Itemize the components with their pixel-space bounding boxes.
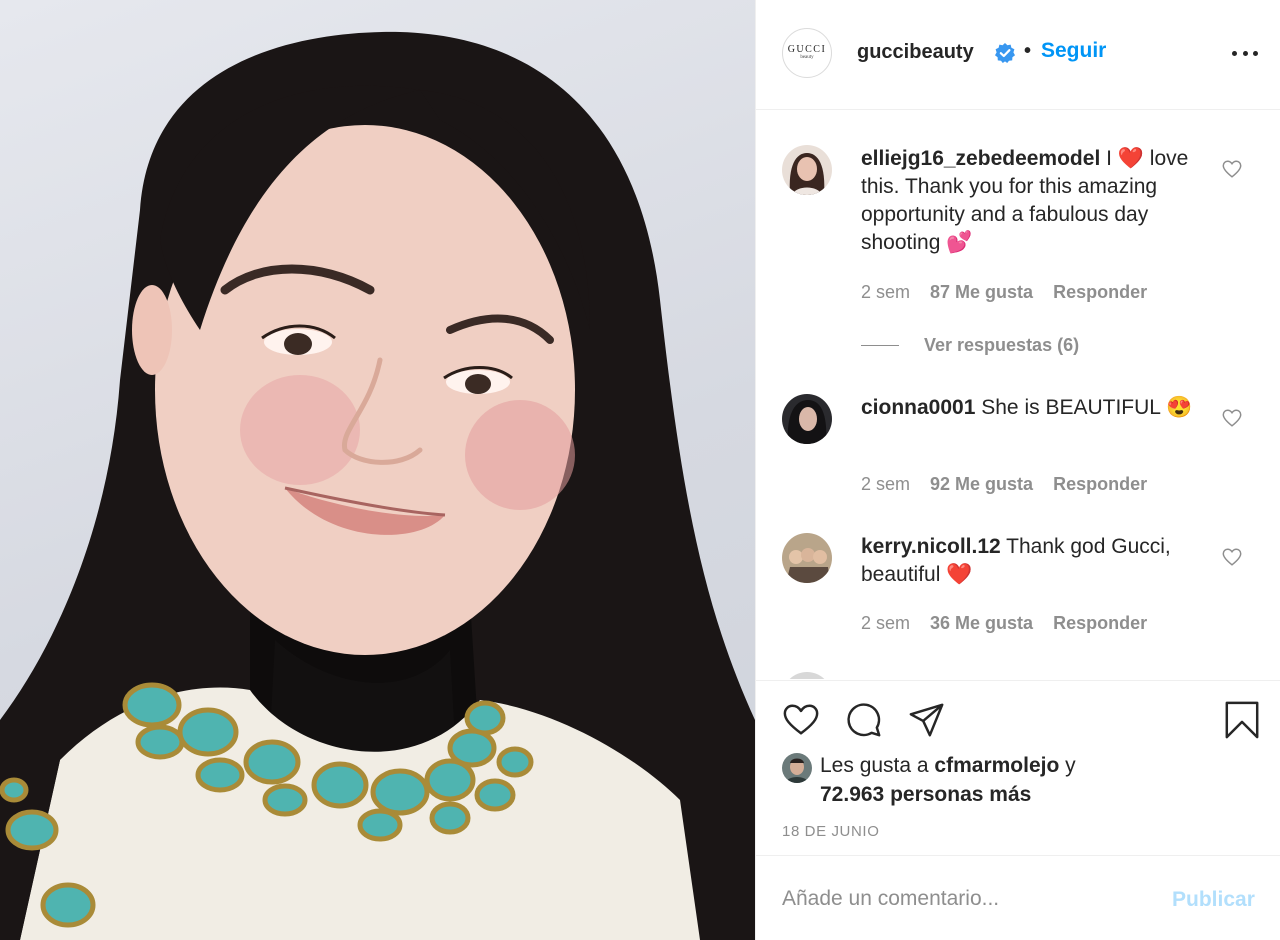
comment-input[interactable] bbox=[782, 881, 1142, 917]
bookmark-icon[interactable] bbox=[1223, 701, 1261, 739]
comments-list[interactable]: elliejg16_zebedeemodel I ❤️ love this. T… bbox=[756, 111, 1280, 679]
view-replies-button[interactable]: Ver respuestas (6) bbox=[861, 335, 1079, 356]
post-date[interactable]: 18 DE JUNIO bbox=[782, 823, 879, 840]
comment-time[interactable]: 2 sem bbox=[861, 282, 910, 303]
likes-prefix: Les gusta a bbox=[820, 754, 935, 777]
comment-username[interactable]: cionna0001 bbox=[861, 396, 975, 419]
comment-username[interactable]: elliejg16_zebedeemodel bbox=[861, 147, 1100, 170]
comment-body: elliejg16_zebedeemodel I ❤️ love this. T… bbox=[861, 145, 1206, 257]
avatar-photo bbox=[782, 394, 832, 444]
avatar-photo bbox=[782, 533, 832, 583]
likes-connector: y bbox=[1059, 754, 1076, 777]
publish-button[interactable]: Publicar bbox=[1172, 888, 1255, 912]
post-sidebar: GUCCI beauty guccibeauty • Seguir elliej… bbox=[755, 0, 1280, 940]
comment-like-heart-icon[interactable] bbox=[1221, 546, 1243, 568]
header-separator: • bbox=[1024, 40, 1032, 62]
author-avatar[interactable]: GUCCI beauty bbox=[782, 28, 832, 78]
commenter-avatar-partial[interactable] bbox=[782, 672, 832, 679]
view-replies-label: Ver respuestas (6) bbox=[924, 335, 1080, 355]
comment-time[interactable]: 2 sem bbox=[861, 613, 910, 634]
reply-button[interactable]: Responder bbox=[1053, 282, 1147, 303]
avatar-subtext: beauty bbox=[800, 55, 814, 60]
more-options-icon[interactable] bbox=[1232, 46, 1258, 60]
avatar-wordmark: GUCCI bbox=[787, 44, 827, 55]
likes-text: Les gusta a cfmarmolejo y 72.963 persona… bbox=[820, 751, 1240, 809]
comment-username[interactable]: kerry.nicoll.12 bbox=[861, 535, 1001, 558]
follow-button[interactable]: Seguir bbox=[1041, 39, 1106, 63]
liker-avatar[interactable] bbox=[782, 753, 812, 783]
post-header: GUCCI beauty guccibeauty • Seguir bbox=[756, 0, 1280, 110]
comment-body: cionna0001 She is BEAUTIFUL 😍 bbox=[861, 394, 1206, 422]
author-username[interactable]: guccibeauty bbox=[857, 41, 974, 64]
portrait-illustration bbox=[0, 31, 755, 940]
comment-like-heart-icon[interactable] bbox=[1221, 407, 1243, 429]
post-actions: Les gusta a cfmarmolejo y 72.963 persona… bbox=[756, 680, 1280, 856]
comment-like-heart-icon[interactable] bbox=[1221, 158, 1243, 180]
share-icon[interactable] bbox=[908, 701, 946, 739]
commenter-avatar[interactable] bbox=[782, 533, 832, 583]
post-photo[interactable] bbox=[0, 0, 755, 940]
comment-meta: 2 sem 87 Me gusta Responder bbox=[861, 282, 1147, 303]
commenter-avatar[interactable] bbox=[782, 145, 832, 195]
commenter-avatar[interactable] bbox=[782, 394, 832, 444]
comment-body: kerry.nicoll.12 Thank god Gucci, beautif… bbox=[861, 533, 1206, 589]
reply-button[interactable]: Responder bbox=[1053, 474, 1147, 495]
replies-divider-line bbox=[861, 345, 899, 346]
liker-username[interactable]: cfmarmolejo bbox=[934, 754, 1059, 777]
comment-meta: 2 sem 36 Me gusta Responder bbox=[861, 613, 1147, 634]
heart-icon[interactable] bbox=[782, 701, 820, 739]
comment-likes[interactable]: 92 Me gusta bbox=[930, 474, 1033, 495]
comment-likes[interactable]: 36 Me gusta bbox=[930, 613, 1033, 634]
add-comment-bar: Publicar bbox=[756, 857, 1280, 940]
reply-button[interactable]: Responder bbox=[1053, 613, 1147, 634]
comment-meta: 2 sem 92 Me gusta Responder bbox=[861, 474, 1147, 495]
comment-likes[interactable]: 87 Me gusta bbox=[930, 282, 1033, 303]
likes-others-count[interactable]: 72.963 personas más bbox=[820, 783, 1031, 806]
avatar-photo bbox=[782, 145, 832, 195]
avatar-photo bbox=[782, 753, 812, 783]
comment-icon[interactable] bbox=[845, 701, 883, 739]
comment-time[interactable]: 2 sem bbox=[861, 474, 910, 495]
verified-badge-icon bbox=[995, 43, 1015, 63]
comment-text: She is BEAUTIFUL 😍 bbox=[981, 396, 1193, 419]
